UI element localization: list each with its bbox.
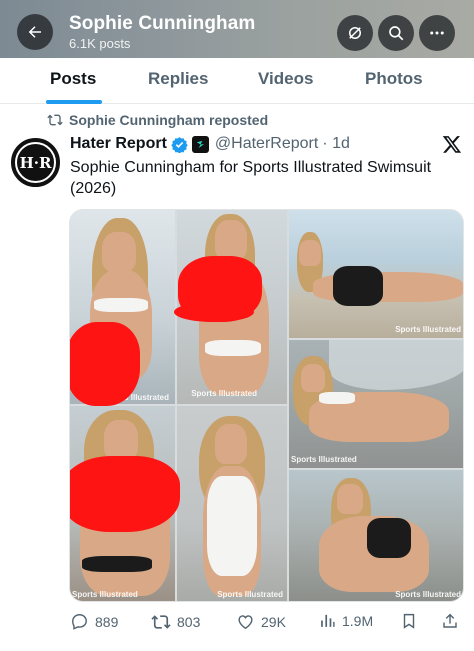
photo-wave: [329, 340, 463, 390]
like-count: 29K: [261, 613, 286, 630]
profile-header: Sophie Cunningham 6.1K posts: [0, 0, 474, 58]
photo-swimsuit: [205, 340, 261, 356]
photo-watermark: Sports Illustrated: [395, 325, 461, 334]
views-button[interactable]: 1.9M: [319, 612, 373, 629]
sync-button[interactable]: [337, 15, 373, 51]
post-actions: 889 803 29K 1.9M: [0, 608, 474, 636]
repost-icon: [47, 114, 63, 126]
profile-name-title: Sophie Cunningham: [69, 13, 256, 34]
photo-watermark: Sports Illustrated: [291, 455, 357, 464]
photo-face: [301, 364, 325, 392]
tab-replies[interactable]: Replies: [148, 69, 208, 89]
redaction-blob: [174, 302, 254, 322]
author-handle[interactable]: @HaterReport: [215, 135, 318, 153]
affiliate-badge-icon[interactable]: [191, 135, 209, 153]
photo-6[interactable]: Sports Illustrated: [177, 406, 287, 601]
post-author-row: Hater Report @HaterReport · 1d: [70, 135, 350, 153]
back-arrow-icon: [28, 26, 41, 38]
heart-icon: [238, 615, 253, 630]
redaction-blob: [70, 456, 180, 532]
bookmark-button[interactable]: [400, 612, 418, 630]
photo-watermark: Sports Illustrated: [217, 590, 283, 599]
avatar[interactable]: H·R: [11, 138, 60, 187]
photo-watermark: Sports Illustrated: [72, 590, 138, 599]
search-button[interactable]: [378, 15, 414, 51]
photo-swimsuit: [319, 392, 355, 404]
photo-face: [215, 424, 247, 464]
bookmark-icon: [403, 613, 415, 629]
share-icon: [443, 613, 457, 628]
view-count: 1.9M: [342, 612, 374, 629]
share-button[interactable]: [441, 612, 459, 630]
reply-count: 889: [95, 613, 119, 630]
author-name[interactable]: Hater Report: [70, 135, 167, 153]
post-count: 6.1K posts: [69, 36, 131, 51]
photo-face: [104, 420, 138, 460]
photo-face: [299, 240, 321, 266]
post-time[interactable]: · 1d: [322, 135, 350, 153]
avatar-logo: H·R: [15, 142, 56, 183]
verified-badge-icon: [171, 136, 188, 153]
photo-swimsuit: [94, 298, 148, 312]
views-icon: [321, 614, 335, 627]
more-button[interactable]: [419, 15, 455, 51]
tab-videos[interactable]: Videos: [258, 69, 313, 89]
active-tab-indicator: [46, 100, 102, 104]
photo-watermark: Sports Illustrated: [395, 590, 461, 599]
media-grid[interactable]: Sports Illustrated Sports Illustrated Sp…: [69, 209, 464, 602]
photo-face: [215, 220, 247, 260]
photo-4[interactable]: Sports Illustrated: [289, 340, 463, 468]
like-button[interactable]: 29K: [236, 612, 286, 631]
photo-swimsuit: [82, 556, 152, 572]
tab-photos[interactable]: Photos: [365, 69, 423, 89]
photo-watermark: Sports Illustrated: [191, 389, 257, 398]
photo-swimsuit: [333, 266, 383, 306]
photo-3[interactable]: Sports Illustrated: [289, 210, 463, 338]
redaction-blob: [70, 322, 140, 406]
repost-button[interactable]: 803: [151, 612, 200, 632]
photo-swimsuit: [367, 518, 411, 558]
photo-swimsuit: [207, 476, 257, 576]
photo-face: [337, 484, 363, 514]
post-text: Sophie Cunningham for Sports Illustrated…: [70, 159, 432, 197]
profile-tabs: Posts Replies Videos Photos: [0, 58, 474, 104]
reply-icon: [72, 614, 87, 630]
repost-indicator[interactable]: Sophie Cunningham reposted: [47, 112, 268, 128]
search-icon: [389, 26, 404, 41]
back-button[interactable]: [17, 14, 53, 50]
repost-icon: [151, 615, 171, 629]
more-icon: [430, 31, 444, 35]
reply-button[interactable]: 889: [70, 612, 118, 631]
photo-face: [102, 232, 136, 272]
repost-count: 803: [177, 614, 201, 630]
sync-icon: [349, 27, 361, 39]
repost-label: Sophie Cunningham reposted: [69, 112, 269, 128]
photo-7[interactable]: Sports Illustrated: [289, 470, 463, 601]
x-logo-icon: [442, 134, 462, 159]
tab-posts[interactable]: Posts: [50, 69, 96, 89]
